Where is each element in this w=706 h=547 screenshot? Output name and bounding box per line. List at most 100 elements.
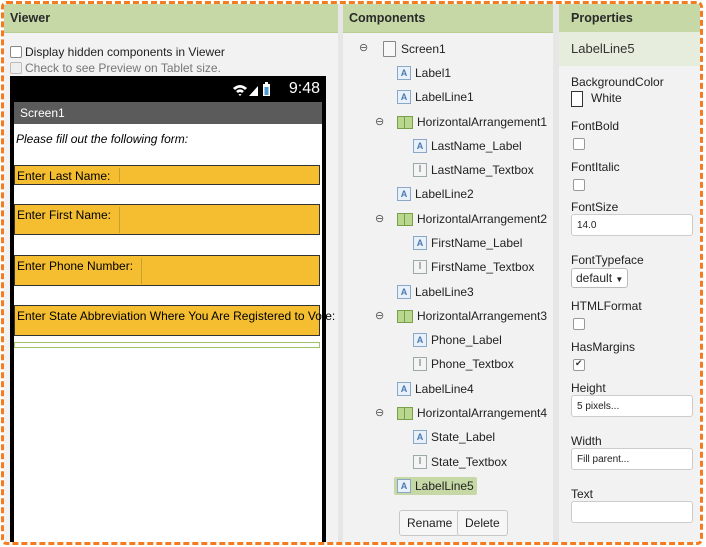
label-icon: A <box>413 430 427 444</box>
collapse-screen1-icon[interactable]: ⊖ <box>359 41 368 54</box>
tree-item-phone-label[interactable]: A Phone_Label <box>413 333 502 347</box>
tree-item-phone-textbox[interactable]: I Phone_Textbox <box>413 357 514 371</box>
width-input[interactable]: Fill parent... <box>571 448 693 470</box>
font-typeface-label: FontTypeface <box>571 253 644 267</box>
arrangement-icon <box>397 309 413 323</box>
properties-panel: Properties LabelLine5 BackgroundColor Wh… <box>559 4 700 542</box>
phone-label[interactable]: Enter Phone Number: <box>17 259 133 273</box>
font-bold-label: FontBold <box>571 119 620 133</box>
font-typeface-select[interactable]: default ▼ <box>571 268 629 288</box>
clock-time: 9:48 <box>288 80 320 97</box>
display-hidden-checkbox[interactable] <box>10 46 22 58</box>
tablet-preview-checkbox[interactable] <box>10 62 22 74</box>
tree-item-lastname-label[interactable]: A LastName_Label <box>413 139 522 153</box>
tree-item-arrangement4[interactable]: HorizontalArrangement4 <box>397 406 547 420</box>
phone-preview: 9:48 Screen1 Please fill out the followi… <box>10 76 335 542</box>
tree-item-labelline3[interactable]: A LabelLine3 <box>397 285 474 299</box>
signal-icons <box>233 82 270 96</box>
collapse-arrangement2-icon[interactable]: ⊖ <box>375 212 384 225</box>
tablet-preview-label: Check to see Preview on Tablet size. <box>25 61 221 75</box>
horizontal-arrangement-1[interactable]: Enter Last Name: <box>14 165 320 185</box>
rename-button[interactable]: Rename <box>399 510 461 536</box>
label-icon: A <box>413 236 427 250</box>
intro-label[interactable]: Please fill out the following form: <box>16 132 188 146</box>
screen-canvas: Please fill out the following form: Ente… <box>14 124 335 542</box>
collapse-arrangement3-icon[interactable]: ⊖ <box>375 309 384 322</box>
chevron-down-icon: ▼ <box>615 275 624 284</box>
collapse-arrangement1-icon[interactable]: ⊖ <box>375 115 384 128</box>
tree-item-lastname-textbox[interactable]: I LastName_Textbox <box>413 163 534 177</box>
delete-button[interactable]: Delete <box>457 510 508 536</box>
text-input[interactable] <box>571 501 693 523</box>
width-label: Width <box>571 434 602 448</box>
tablet-preview-row[interactable]: Check to see Preview on Tablet size. <box>10 61 221 75</box>
tree-item-firstname-textbox[interactable]: I FirstName_Textbox <box>413 260 534 274</box>
tree-item-labelline2[interactable]: A LabelLine2 <box>397 187 474 201</box>
display-hidden-row[interactable]: Display hidden components in Viewer <box>10 45 225 59</box>
color-swatch <box>571 91 583 107</box>
font-bold-checkbox[interactable] <box>573 138 585 150</box>
tree-item-firstname-label[interactable]: A FirstName_Label <box>413 236 522 250</box>
label-icon: A <box>397 187 411 201</box>
label-line-5[interactable] <box>14 342 320 348</box>
app-frame: Viewer Display hidden components in View… <box>1 1 703 545</box>
has-margins-checkbox[interactable] <box>573 358 585 371</box>
display-hidden-label: Display hidden components in Viewer <box>25 45 225 59</box>
tree-item-arrangement3[interactable]: HorizontalArrangement3 <box>397 309 547 323</box>
background-color-label: BackgroundColor <box>571 75 664 89</box>
textbox-icon: I <box>413 163 427 177</box>
text-label: Text <box>571 487 594 501</box>
height-input[interactable]: 5 pixels... <box>571 395 693 417</box>
font-typeface-value: default <box>576 271 613 285</box>
status-bar: 9:48 <box>10 76 326 102</box>
font-size-label: FontSize <box>571 200 619 214</box>
first-name-label[interactable]: Enter First Name: <box>17 208 111 222</box>
horizontal-arrangement-3[interactable]: Enter Phone Number: <box>14 255 320 286</box>
label-icon: A <box>397 66 411 80</box>
tree-item-labelline5[interactable]: A LabelLine5 <box>394 477 477 495</box>
background-color-value: White <box>591 91 622 106</box>
last-name-label[interactable]: Enter Last Name: <box>17 169 110 183</box>
arrangement-icon <box>397 115 413 129</box>
screen-icon <box>383 41 396 57</box>
viewer-header: Viewer <box>4 4 338 33</box>
tree-item-label1[interactable]: A Label1 <box>397 66 451 80</box>
textbox-icon: I <box>413 260 427 274</box>
tree-item-arrangement1[interactable]: HorizontalArrangement1 <box>397 115 547 129</box>
last-name-textbox[interactable] <box>119 168 320 182</box>
font-size-input[interactable]: 14.0 <box>571 214 693 236</box>
label-icon: A <box>413 333 427 347</box>
horizontal-arrangement-2[interactable]: Enter First Name: <box>14 204 320 235</box>
first-name-textbox[interactable] <box>119 207 320 233</box>
phone-textbox[interactable] <box>141 258 320 284</box>
screen-title-bar: Screen1 <box>14 102 322 124</box>
viewer-panel: Viewer Display hidden components in View… <box>4 4 338 542</box>
font-italic-checkbox[interactable] <box>573 179 585 191</box>
label-icon: A <box>397 382 411 396</box>
collapse-arrangement4-icon[interactable]: ⊖ <box>375 406 384 419</box>
components-panel: Components ⊖ Screen1 A Label1 A LabelLin… <box>343 4 553 542</box>
horizontal-arrangement-4[interactable]: Enter State Abbreviation Where You Are R… <box>14 305 335 336</box>
font-italic-label: FontItalic <box>571 160 620 174</box>
selected-component-name: LabelLine5 <box>559 32 700 66</box>
has-margins-label: HasMargins <box>571 340 636 354</box>
textbox-icon: I <box>413 357 427 371</box>
arrangement-icon <box>397 212 413 226</box>
tree-item-arrangement2[interactable]: HorizontalArrangement2 <box>397 212 547 226</box>
tree-item-state-textbox[interactable]: I State_Textbox <box>413 455 507 469</box>
textbox-icon: I <box>413 455 427 469</box>
tree-item-labelline4[interactable]: A LabelLine4 <box>397 382 474 396</box>
tree-item-state-label[interactable]: A State_Label <box>413 430 495 444</box>
height-label: Height <box>571 381 606 395</box>
tree-item-screen1[interactable]: Screen1 <box>383 41 446 57</box>
properties-header: Properties <box>559 4 700 33</box>
background-color-picker[interactable]: White <box>571 91 622 107</box>
components-header: Components <box>343 4 553 33</box>
html-format-label: HTMLFormat <box>571 299 642 313</box>
label-icon: A <box>397 285 411 299</box>
tree-item-labelline1[interactable]: A LabelLine1 <box>397 90 474 104</box>
label-icon: A <box>397 90 411 104</box>
html-format-checkbox[interactable] <box>573 318 585 330</box>
screen-title: Screen1 <box>20 106 65 120</box>
state-label[interactable]: Enter State Abbreviation Where You Are R… <box>17 309 335 323</box>
